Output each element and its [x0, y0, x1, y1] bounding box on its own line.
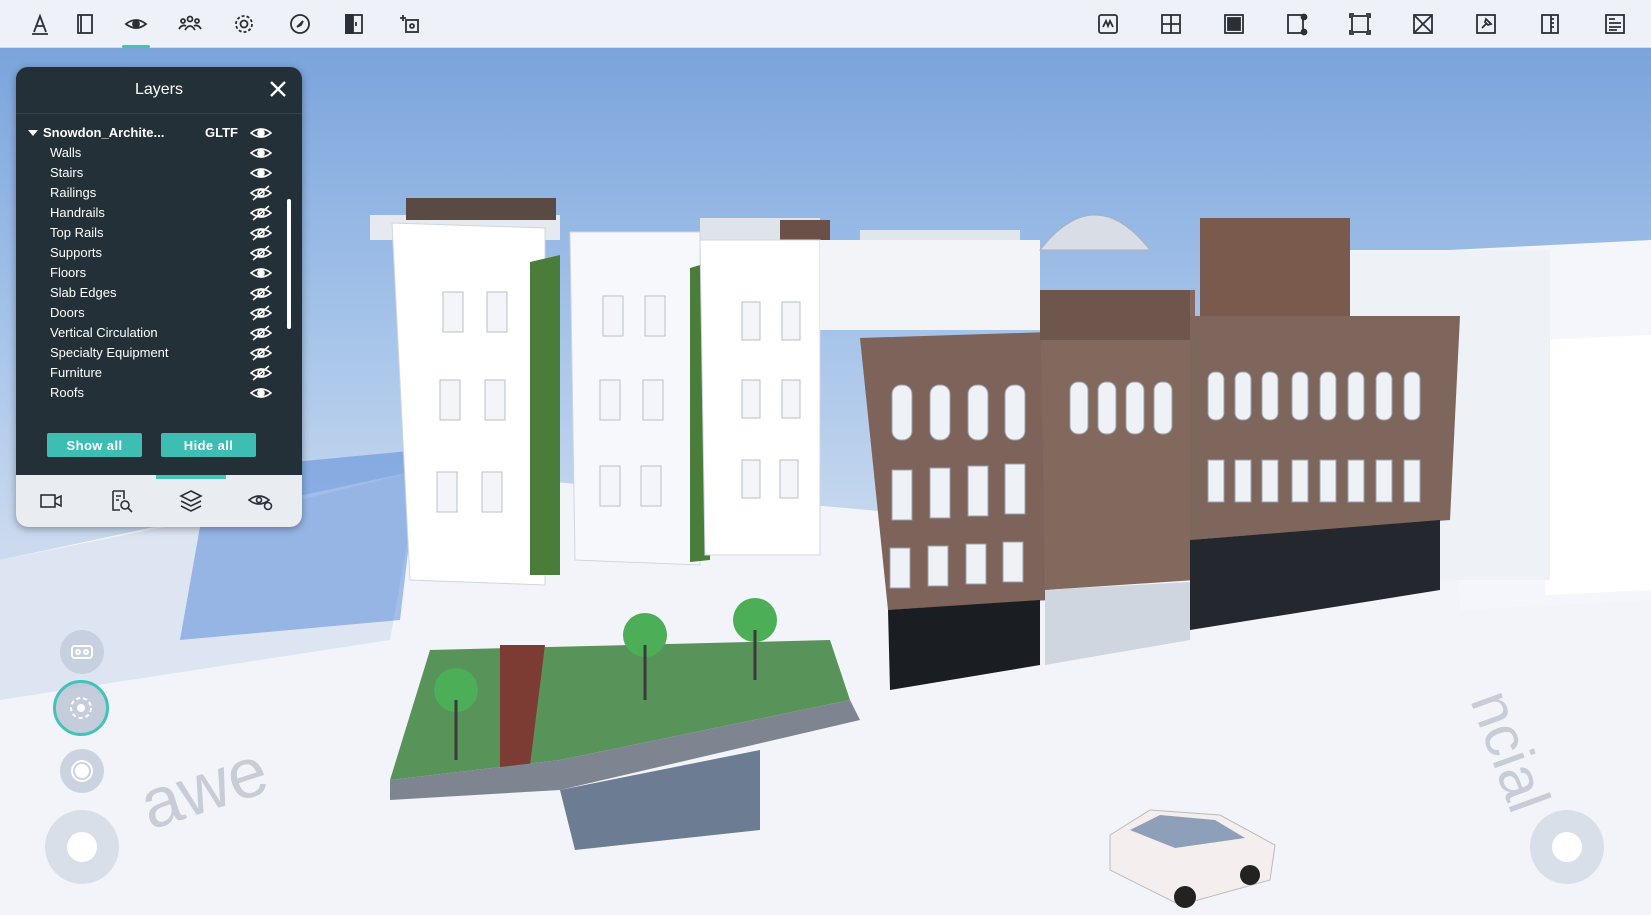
eye-icon[interactable]	[249, 165, 273, 181]
markup-icon[interactable]	[1090, 6, 1126, 42]
split-view-icon[interactable]	[336, 6, 372, 42]
eye-icon[interactable]	[249, 265, 273, 281]
section-box-icon[interactable]	[67, 6, 103, 42]
layer-row[interactable]: Floors	[16, 263, 286, 283]
layers-panel: Layers Snowdon_Archite... GLTF Walls Stai…	[16, 67, 302, 527]
document-icon[interactable]	[1597, 6, 1633, 42]
people-icon[interactable]	[172, 6, 208, 42]
eye-hidden-icon[interactable]	[249, 305, 273, 321]
layer-label: Roofs	[50, 385, 84, 400]
layer-tree: Snowdon_Archite... GLTF Walls Stairs Raili…	[16, 123, 286, 403]
layer-label: Railings	[50, 185, 97, 200]
camera-icon[interactable]	[16, 475, 86, 527]
layer-label: Stairs	[50, 165, 84, 180]
layer-label: Doors	[50, 305, 85, 320]
layer-label: Floors	[50, 265, 87, 280]
layer-label: Walls	[50, 145, 82, 160]
first-person-mode-icon[interactable]	[60, 749, 104, 793]
layer-label: Vertical Circulation	[50, 325, 158, 340]
layer-label: Slab Edges	[50, 285, 117, 300]
crop-icon[interactable]	[1279, 6, 1315, 42]
movement-joystick[interactable]	[45, 810, 119, 884]
layer-root-type: GLTF	[205, 125, 238, 140]
solid-fill-icon[interactable]	[1216, 6, 1252, 42]
layer-root-label: Snowdon_Archite...	[43, 125, 165, 140]
focus-icon[interactable]	[392, 6, 428, 42]
eye-hidden-icon[interactable]	[249, 365, 273, 381]
panel-header: Layers	[16, 67, 302, 114]
close-icon[interactable]	[268, 79, 288, 99]
layer-label: Top Rails	[50, 225, 104, 240]
layer-row[interactable]: Supports	[16, 243, 286, 263]
eye-hidden-icon[interactable]	[249, 285, 273, 301]
layer-row[interactable]: Roofs	[16, 383, 286, 403]
layer-row[interactable]: Doors	[16, 303, 286, 323]
compass-icon[interactable]	[282, 6, 318, 42]
visibility-settings-icon[interactable]	[226, 475, 296, 527]
joystick-knob[interactable]	[67, 832, 97, 862]
layer-label: Specialty Equipment	[50, 345, 169, 360]
measure-icon[interactable]	[22, 6, 58, 42]
look-joystick[interactable]	[1530, 810, 1604, 884]
eye-hidden-icon[interactable]	[249, 325, 273, 341]
top-toolbar	[0, 0, 1651, 48]
vr-headset-icon[interactable]	[60, 630, 104, 674]
fit-frame-icon[interactable]	[1342, 6, 1378, 42]
layer-row[interactable]: Handrails	[16, 203, 286, 223]
eye-hidden-icon[interactable]	[249, 245, 273, 261]
panel-title: Layers	[134, 81, 184, 98]
layer-row[interactable]: Specialty Equipment	[16, 343, 286, 363]
layer-label: Handrails	[50, 205, 105, 220]
joystick-knob[interactable]	[1552, 832, 1582, 862]
layer-row[interactable]: Slab Edges	[16, 283, 286, 303]
show-all-button[interactable]: Show all	[47, 433, 142, 457]
eye-icon[interactable]	[249, 145, 273, 161]
eye-hidden-icon[interactable]	[249, 185, 273, 201]
eye-hidden-icon[interactable]	[249, 225, 273, 241]
visibility-icon[interactable]	[118, 6, 154, 48]
eye-hidden-icon[interactable]	[249, 345, 273, 361]
close-box-icon[interactable]	[1405, 6, 1441, 42]
layer-root[interactable]: Snowdon_Archite... GLTF	[16, 123, 286, 143]
grid-icon[interactable]	[1153, 6, 1189, 42]
orbit-mode-icon[interactable]	[53, 680, 109, 736]
settings-icon[interactable]	[226, 6, 262, 42]
layer-row[interactable]: Walls	[16, 143, 286, 163]
layer-row[interactable]: Top Rails	[16, 223, 286, 243]
layer-row[interactable]: Stairs	[16, 163, 286, 183]
layer-label: Supports	[50, 245, 103, 260]
eye-icon[interactable]	[249, 385, 273, 401]
eye-icon[interactable]	[249, 125, 273, 141]
eye-hidden-icon[interactable]	[249, 205, 273, 221]
layer-row[interactable]: Vertical Circulation	[16, 323, 286, 343]
layer-row[interactable]: Furniture	[16, 363, 286, 383]
layer-label: Furniture	[50, 365, 103, 380]
ruler-icon[interactable]	[1532, 6, 1568, 42]
layer-row[interactable]: Railings	[16, 183, 286, 203]
panel-tabs	[16, 475, 302, 527]
search-document-icon[interactable]	[86, 475, 156, 527]
pin-icon[interactable]	[1468, 6, 1504, 42]
layer-scrollbar[interactable]	[287, 199, 291, 329]
expand-caret-icon[interactable]	[28, 130, 38, 136]
hide-all-button[interactable]: Hide all	[161, 433, 256, 457]
layers-icon[interactable]	[156, 475, 226, 527]
